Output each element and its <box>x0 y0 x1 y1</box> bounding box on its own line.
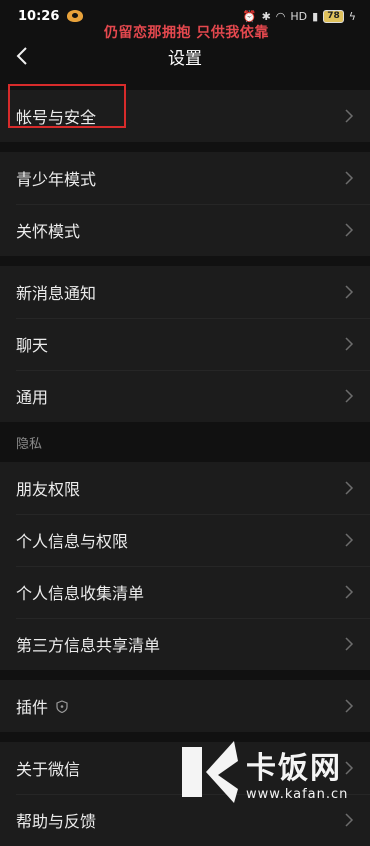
settings-item-label: 第三方信息共享清单 <box>16 636 161 655</box>
settings-group: 朋友权限个人信息与权限 个人信息收集清单 第三方信息共享清单 <box>0 462 370 670</box>
settings-item-label-wrap: 关怀模式 <box>16 218 344 242</box>
watermark: 卡饭网 www.kafan.cn <box>178 722 370 822</box>
group-divider <box>0 80 370 90</box>
shield-icon <box>56 699 68 713</box>
settings-item-label: 插件 <box>16 698 49 717</box>
chevron-right-icon <box>345 223 354 237</box>
settings-item-label: 个人信息收集清单 <box>16 584 145 603</box>
settings-group: 新消息通知 聊天 通用 <box>0 266 370 422</box>
settings-item[interactable]: 关怀模式 <box>0 204 370 256</box>
alarm-icon: ⏰ <box>242 9 257 23</box>
battery-icon: 78 <box>323 9 344 23</box>
settings-item-label-wrap: 通用 <box>16 384 344 408</box>
chevron-right-icon <box>345 481 354 495</box>
section-header: 隐私 <box>0 422 370 462</box>
settings-group: 帐号与安全 <box>0 90 370 142</box>
chevron-right-icon <box>345 389 354 403</box>
chevron-right-icon <box>345 285 354 299</box>
settings-item-label: 聊天 <box>16 336 49 355</box>
settings-item-label-wrap: 青少年模式 <box>16 166 344 190</box>
watermark-url: www.kafan.cn <box>246 786 349 802</box>
settings-item-label-wrap: 个人信息与权限 <box>16 528 344 552</box>
settings-item-label-wrap: 聊天 <box>16 332 344 356</box>
status-time: 10:26 <box>18 8 60 24</box>
group-divider <box>0 142 370 152</box>
bluetooth-icon: ✱ <box>261 9 271 23</box>
chevron-right-icon <box>345 337 354 351</box>
page-title: 设置 <box>168 48 202 69</box>
chevron-right-icon <box>345 585 354 599</box>
settings-item-label-wrap: 朋友权限 <box>16 476 344 500</box>
settings-item-label-wrap: 插件 <box>16 694 344 718</box>
settings-item[interactable]: 个人信息与权限 <box>0 514 370 566</box>
charging-icon: ϟ <box>348 9 356 23</box>
group-divider <box>0 670 370 680</box>
settings-item-label-wrap: 个人信息收集清单 <box>16 580 344 604</box>
settings-item[interactable]: 个人信息收集清单 <box>0 566 370 618</box>
settings-item-label-wrap: 第三方信息共享清单 <box>16 632 344 656</box>
settings-item-label-wrap: 帐号与安全 <box>16 104 344 128</box>
wifi-icon: ◠ <box>275 9 286 23</box>
settings-item-label: 关于微信 <box>16 760 81 779</box>
settings-item[interactable]: 通用 <box>0 370 370 422</box>
settings-item-label-wrap: 新消息通知 <box>16 280 344 304</box>
settings-item-label: 帮助与反馈 <box>16 812 97 831</box>
back-icon[interactable] <box>12 44 36 68</box>
weibo-icon <box>67 10 84 22</box>
chevron-right-icon <box>345 109 354 123</box>
settings-group: 青少年模式 关怀模式 <box>0 152 370 256</box>
kafan-logo-icon <box>182 741 238 803</box>
settings-item[interactable]: 朋友权限 <box>0 462 370 514</box>
settings-item-label: 关怀模式 <box>16 222 81 241</box>
navigation-bar: 设置 <box>0 32 370 80</box>
settings-item-label: 帐号与安全 <box>16 108 97 127</box>
group-divider <box>0 256 370 266</box>
chevron-right-icon <box>345 637 354 651</box>
watermark-brand: 卡饭网 <box>246 750 342 786</box>
chevron-right-icon <box>345 171 354 185</box>
signal-icon: ▮ <box>312 9 319 23</box>
chevron-right-icon <box>345 699 354 713</box>
network-label: HD <box>290 9 308 23</box>
chevron-right-icon <box>345 533 354 547</box>
settings-item[interactable]: 青少年模式 <box>0 152 370 204</box>
settings-item[interactable]: 第三方信息共享清单 <box>0 618 370 670</box>
settings-item-label: 新消息通知 <box>16 284 97 303</box>
settings-item-label: 青少年模式 <box>16 170 97 189</box>
settings-item[interactable]: 新消息通知 <box>0 266 370 318</box>
settings-item-label: 通用 <box>16 388 49 407</box>
settings-item-label: 朋友权限 <box>16 480 81 499</box>
settings-item[interactable]: 聊天 <box>0 318 370 370</box>
settings-item-label: 个人信息与权限 <box>16 532 129 551</box>
settings-item[interactable]: 帐号与安全 <box>0 90 370 142</box>
